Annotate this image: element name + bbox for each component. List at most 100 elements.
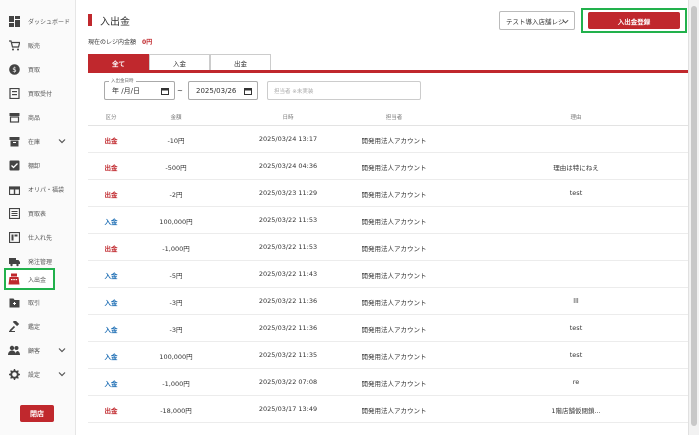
people-icon	[8, 344, 20, 356]
gift-icon	[8, 183, 20, 195]
cell-reason: lll	[573, 297, 579, 305]
staff-filter-input[interactable]: 担当者 ※未実装	[267, 81, 421, 100]
sidebar-item-label: 買取	[28, 66, 41, 74]
register-icon	[8, 273, 20, 285]
calendar-icon[interactable]	[161, 87, 169, 95]
table-row[interactable]: 入金 -5円 2025/03/22 11:43 開発用法人アカウント	[88, 261, 688, 288]
main-content: 入出金 テスト導入店舗レジ 入出金登録 現在のレジ内金額 0円 全て 入金 出金 …	[76, 0, 688, 435]
scrollbar-thumb[interactable]	[691, 6, 697, 426]
cell-amount: -3円	[169, 326, 183, 334]
cell-amount: -5円	[169, 272, 183, 280]
supplier-icon	[8, 231, 20, 243]
tab-all[interactable]: 全て	[88, 54, 149, 71]
cell-staff: 開発用法人アカウント	[361, 380, 427, 388]
date-range-separator: ~	[177, 87, 183, 95]
table-row[interactable]: 出金 -18,000円 2025/03/17 13:49 開発用法人アカウント 1階店舗…	[88, 396, 688, 423]
truck-icon	[8, 255, 20, 267]
table-row[interactable]: 入金 -3円 2025/03/22 11:36 開発用法人アカウント lll	[88, 288, 688, 315]
sidebar-item-suppliers[interactable]: 仕入れ先	[4, 227, 72, 247]
calendar-icon[interactable]	[244, 87, 252, 95]
sidebar-item-transactions[interactable]: 取引	[4, 292, 72, 312]
sidebar-item-stocktake[interactable]: 棚卸	[4, 155, 72, 175]
table-row[interactable]: 出金 -2円 2025/03/23 11:29 開発用法人アカウント test	[88, 180, 688, 207]
tab-withdrawal[interactable]: 出金	[210, 54, 271, 71]
cell-datetime: 2025/03/22 11:43	[258, 270, 318, 278]
sidebar: ダッシュボード 販売 $ 買取 買取受付 商品 在庫 棚卸 オリパ・福袋 買取表…	[0, 0, 76, 435]
date-field-label: 入出金日時	[109, 78, 136, 84]
folder-icon	[8, 296, 20, 308]
sidebar-item-label: 商品	[28, 114, 41, 122]
date-from-value: 年 /月/日	[112, 86, 140, 95]
checkbox-icon	[8, 159, 20, 171]
sidebar-item-purchase[interactable]: $ 買取	[4, 59, 72, 79]
sidebar-item-purchase-reception[interactable]: 買取受付	[4, 83, 72, 103]
cell-datetime: 2025/03/22 11:36	[258, 324, 318, 332]
cell-staff: 開発用法人アカウント	[361, 272, 427, 280]
add-cash-entry-button[interactable]: 入出金登録	[588, 12, 680, 29]
cell-kind: 入金	[104, 299, 118, 307]
store-icon	[8, 111, 20, 123]
sidebar-item-label: 発注管理	[28, 258, 53, 266]
cell-kind: 出金	[104, 191, 118, 199]
table-row[interactable]: 入金 -3円 2025/03/22 11:36 開発用法人アカウント test	[88, 315, 688, 342]
tab-deposit[interactable]: 入金	[149, 54, 210, 71]
sidebar-item-dashboard[interactable]: ダッシュボード	[4, 11, 72, 31]
sidebar-item-label: 設定	[28, 371, 41, 379]
sidebar-item-price-list[interactable]: 買取表	[4, 203, 72, 223]
cell-amount: -18,000円	[160, 407, 192, 415]
cell-kind: 入金	[104, 353, 118, 361]
cell-datetime: 2025/03/22 11:53	[258, 216, 318, 224]
gavel-icon	[8, 320, 20, 332]
cell-datetime: 2025/03/22 07:08	[258, 378, 318, 386]
cell-staff: 開発用法人アカウント	[361, 218, 427, 226]
sidebar-item-label: ダッシュボード	[28, 18, 71, 26]
cell-datetime: 2025/03/22 11:36	[258, 297, 318, 305]
sidebar-item-label: オリパ・福袋	[28, 186, 65, 194]
cell-datetime: 2025/03/17 13:49	[258, 405, 318, 413]
cell-amount: -2円	[169, 191, 183, 199]
table-row[interactable]: 出金 -1,000円 2025/03/22 11:53 開発用法人アカウント	[88, 234, 688, 261]
vertical-scrollbar[interactable]	[688, 0, 699, 435]
sidebar-item-label: 取引	[28, 299, 41, 307]
sidebar-item-appraisal[interactable]: 鑑定	[4, 316, 72, 336]
sidebar-item-products[interactable]: 商品	[4, 107, 72, 127]
cell-staff: 開発用法人アカウント	[361, 245, 427, 253]
cell-amount: -1,000円	[162, 245, 190, 253]
close-store-button[interactable]: 閉店	[20, 405, 54, 422]
date-from-input[interactable]: 入出金日時 年 /月/日	[104, 78, 175, 100]
table-row[interactable]: 入金 100,000円 2025/03/22 11:35 開発用法人アカウント test	[88, 342, 688, 369]
cell-reason: test	[569, 351, 583, 359]
sidebar-item-customers[interactable]: 顧客	[4, 340, 72, 360]
table-row[interactable]: 出金 -10円 2025/03/24 13:17 開発用法人アカウント	[88, 126, 688, 153]
sidebar-item-cash-inout[interactable]: 入出金	[4, 268, 55, 290]
date-to-input[interactable]: 2025/03/26	[188, 81, 258, 100]
sidebar-item-sales[interactable]: 販売	[4, 35, 72, 55]
sidebar-item-label: 在庫	[28, 138, 41, 146]
chevron-down-icon	[58, 372, 66, 377]
cell-kind: 出金	[104, 137, 118, 145]
cell-kind: 入金	[104, 326, 118, 334]
cell-staff: 開発用法人アカウント	[361, 326, 427, 334]
cell-amount: -3円	[169, 299, 183, 307]
cell-kind: 出金	[104, 164, 118, 172]
page-title: 入出金	[100, 17, 130, 28]
cell-kind: 出金	[104, 407, 118, 415]
column-header-datetime: 日時	[282, 115, 294, 121]
coin-icon: $	[8, 63, 20, 75]
register-select[interactable]: テスト導入店舗レジ	[499, 11, 575, 30]
table-row[interactable]: 入金 100,000円 2025/03/22 11:53 開発用法人アカウント	[88, 207, 688, 234]
sidebar-item-inventory[interactable]: 在庫	[4, 131, 72, 151]
table-row[interactable]: 出金 -500円 2025/03/24 04:36 開発用法人アカウント 理由は特にねえ	[88, 153, 688, 180]
table-row[interactable]: 入金 -1,000円 2025/03/22 07:08 開発用法人アカウント re	[88, 369, 688, 396]
cell-kind: 入金	[104, 380, 118, 388]
cell-reason: 理由は特にねえ	[553, 164, 599, 172]
cell-reason: re	[572, 378, 580, 386]
sidebar-item-settings[interactable]: 設定	[4, 364, 72, 384]
sidebar-item-oripa[interactable]: オリパ・福袋	[4, 179, 72, 199]
cell-datetime: 2025/03/24 13:17	[258, 135, 318, 143]
cell-staff: 開発用法人アカウント	[361, 299, 427, 307]
tab-bar: 全て 入金 出金	[88, 54, 271, 71]
cell-staff: 開発用法人アカウント	[361, 407, 427, 415]
cell-datetime: 2025/03/22 11:35	[258, 351, 318, 359]
cell-kind: 入金	[104, 218, 118, 226]
